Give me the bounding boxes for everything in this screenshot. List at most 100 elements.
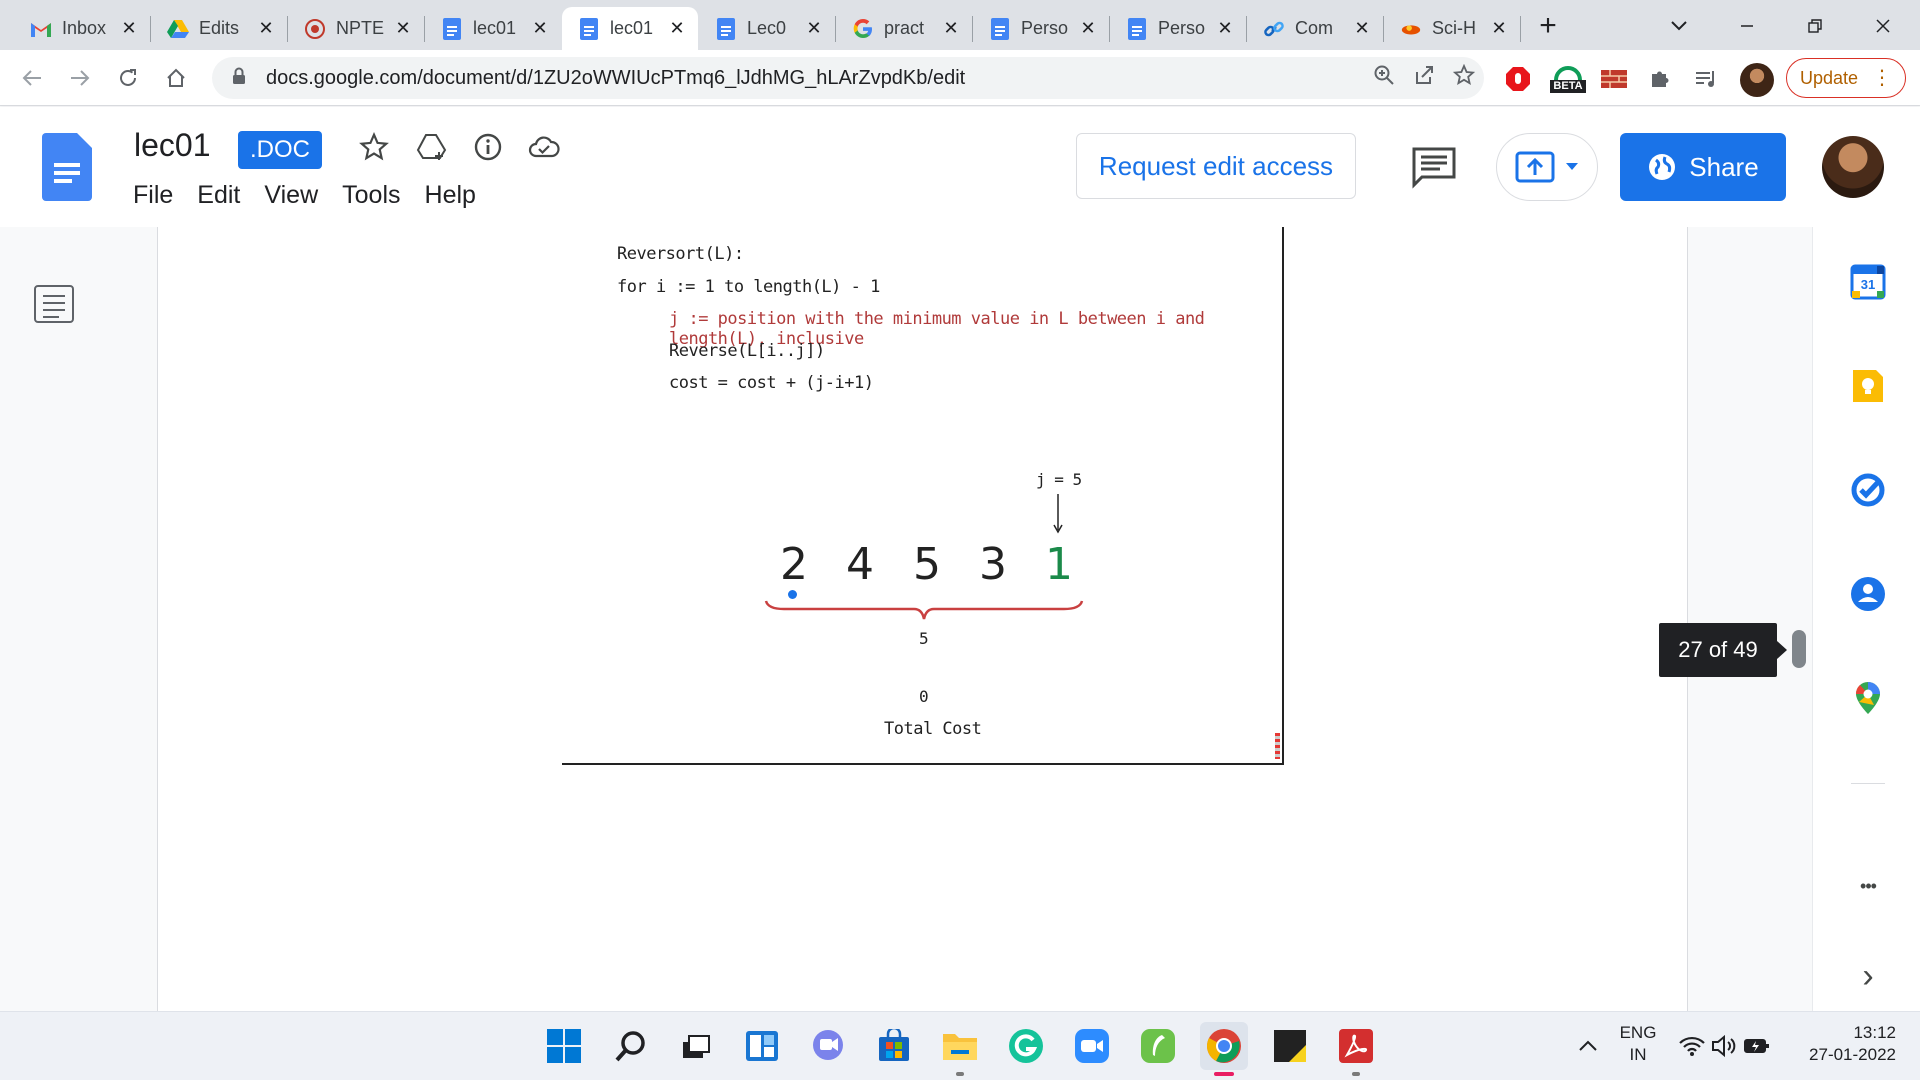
tab-lec01[interactable]: lec01 ✕ xyxy=(425,7,561,50)
close-icon[interactable]: ✕ xyxy=(531,18,549,39)
google-docs-logo-icon[interactable] xyxy=(42,133,92,201)
share-button[interactable]: Share xyxy=(1620,133,1786,201)
forward-button[interactable] xyxy=(62,60,98,96)
scrollbar-thumb[interactable] xyxy=(1792,630,1806,668)
adblock-extension-icon[interactable] xyxy=(1502,63,1534,95)
zoom-meetings-icon[interactable] xyxy=(1072,1026,1112,1066)
document-outline-icon[interactable] xyxy=(34,285,74,323)
profile-avatar[interactable] xyxy=(1740,63,1774,97)
tab-perso-1[interactable]: Perso ✕ xyxy=(973,7,1109,50)
add-to-drive-icon[interactable] xyxy=(414,129,450,165)
close-icon[interactable]: ✕ xyxy=(805,18,823,39)
wifi-icon[interactable] xyxy=(1675,1026,1709,1066)
cloud-saved-icon[interactable] xyxy=(526,129,562,165)
beta-extension-icon[interactable]: BETA xyxy=(1548,63,1588,95)
address-bar[interactable]: docs.google.com/document/d/1ZU2oWWIUcPTm… xyxy=(212,57,1484,99)
file-explorer-icon[interactable] xyxy=(940,1026,980,1066)
tab-edits[interactable]: Edits ✕ xyxy=(151,7,287,50)
zoom-icon[interactable] xyxy=(1364,64,1404,92)
info-icon[interactable] xyxy=(470,129,506,165)
microsoft-store-icon[interactable] xyxy=(874,1026,914,1066)
calendar-icon[interactable]: 31 xyxy=(1849,263,1887,301)
tab-com[interactable]: Com ✕ xyxy=(1247,7,1383,50)
battery-icon[interactable] xyxy=(1740,1026,1774,1066)
new-tab-button[interactable]: + xyxy=(1531,9,1565,42)
pointer-label: j = 5 xyxy=(1036,470,1082,489)
tab-lec0[interactable]: Lec0 ✕ xyxy=(699,7,835,50)
update-button[interactable]: Update ⋮ xyxy=(1786,58,1906,98)
request-edit-access-button[interactable]: Request edit access xyxy=(1076,133,1356,199)
region-code: IN xyxy=(1629,1045,1647,1064)
contacts-icon[interactable] xyxy=(1849,575,1887,613)
expand-panel-icon[interactable]: › xyxy=(1849,957,1887,995)
volume-icon[interactable] xyxy=(1708,1026,1742,1066)
search-icon[interactable] xyxy=(611,1026,651,1066)
tab-search-icon[interactable] xyxy=(1662,10,1696,42)
back-button[interactable] xyxy=(14,60,50,96)
evernote-icon[interactable] xyxy=(1138,1026,1178,1066)
close-icon[interactable]: ✕ xyxy=(1079,18,1097,39)
sticky-notes-icon[interactable] xyxy=(1270,1026,1310,1066)
menubar: File Edit View Tools Help xyxy=(133,181,476,210)
more-apps-icon[interactable]: ••• xyxy=(1849,867,1887,905)
teams-chat-icon[interactable] xyxy=(808,1026,848,1066)
menu-view[interactable]: View xyxy=(264,181,318,210)
close-icon[interactable]: ✕ xyxy=(257,18,275,39)
tab-perso-2[interactable]: Perso ✕ xyxy=(1110,7,1246,50)
show-hidden-icons-chevron[interactable] xyxy=(1568,1026,1608,1066)
tab-title: NPTE xyxy=(336,18,385,38)
document-title[interactable]: lec01 xyxy=(134,127,211,164)
clock[interactable]: 13:12 27-01-2022 xyxy=(1796,1022,1896,1066)
star-icon[interactable] xyxy=(356,129,392,165)
tab-sci-hub[interactable]: Sci-H ✕ xyxy=(1384,7,1520,50)
reading-list-icon[interactable] xyxy=(1690,63,1722,95)
maps-icon[interactable] xyxy=(1849,679,1887,717)
code-line-5: cost = cost + (j-i+1) xyxy=(669,373,874,393)
image-resize-handle[interactable] xyxy=(1275,733,1280,759)
close-icon[interactable]: ✕ xyxy=(120,18,138,39)
grammarly-icon[interactable] xyxy=(1006,1026,1046,1066)
reload-button[interactable] xyxy=(110,60,146,96)
close-icon[interactable]: ✕ xyxy=(668,18,686,39)
array-element: 5 xyxy=(913,539,941,590)
tab-inbox[interactable]: Inbox ✕ xyxy=(14,7,150,50)
brick-extension-icon[interactable] xyxy=(1598,63,1630,95)
page-indicator-tooltip: 27 of 49 xyxy=(1659,623,1787,677)
comment-history-icon[interactable] xyxy=(1410,145,1458,189)
user-avatar[interactable] xyxy=(1822,136,1884,198)
present-to-meeting-button[interactable] xyxy=(1496,133,1598,201)
windows-start-icon[interactable] xyxy=(544,1026,584,1066)
window-close-icon[interactable] xyxy=(1866,10,1900,42)
menu-tools[interactable]: Tools xyxy=(342,181,400,210)
widgets-icon[interactable] xyxy=(742,1026,782,1066)
embedded-slide-image: Reversort(L): for i := 1 to length(L) - … xyxy=(562,227,1282,765)
menu-help[interactable]: Help xyxy=(425,181,476,210)
bookmark-star-icon[interactable] xyxy=(1444,63,1484,92)
close-icon[interactable]: ✕ xyxy=(1353,18,1371,39)
google-docs-icon xyxy=(441,17,463,40)
extensions-puzzle-icon[interactable] xyxy=(1644,63,1676,95)
restore-icon[interactable] xyxy=(1798,10,1832,42)
menu-edit[interactable]: Edit xyxy=(197,181,240,210)
tab-separator xyxy=(1520,16,1521,42)
close-icon[interactable]: ✕ xyxy=(1216,18,1234,39)
minimize-icon[interactable] xyxy=(1730,10,1764,42)
tab-lec01-active[interactable]: lec01 ✕ xyxy=(562,7,698,50)
acrobat-reader-icon[interactable] xyxy=(1336,1026,1376,1066)
tab-nptel[interactable]: NPTE ✕ xyxy=(288,7,424,50)
home-button[interactable] xyxy=(158,60,194,96)
share-page-icon[interactable] xyxy=(1404,64,1444,92)
close-icon[interactable]: ✕ xyxy=(394,18,412,39)
tab-title: Perso xyxy=(1158,18,1206,38)
chrome-icon[interactable] xyxy=(1200,1022,1248,1070)
tab-pract[interactable]: pract ✕ xyxy=(836,7,972,50)
keep-icon[interactable] xyxy=(1849,367,1887,405)
input-language[interactable]: ENG IN xyxy=(1616,1022,1660,1066)
task-view-icon[interactable] xyxy=(676,1026,716,1066)
url-text[interactable]: docs.google.com/document/d/1ZU2oWWIUcPTm… xyxy=(266,67,1364,90)
clock-date: 27-01-2022 xyxy=(1809,1045,1896,1064)
tasks-icon[interactable] xyxy=(1849,471,1887,509)
close-icon[interactable]: ✕ xyxy=(942,18,960,39)
menu-file[interactable]: File xyxy=(133,181,173,210)
close-icon[interactable]: ✕ xyxy=(1490,18,1508,39)
